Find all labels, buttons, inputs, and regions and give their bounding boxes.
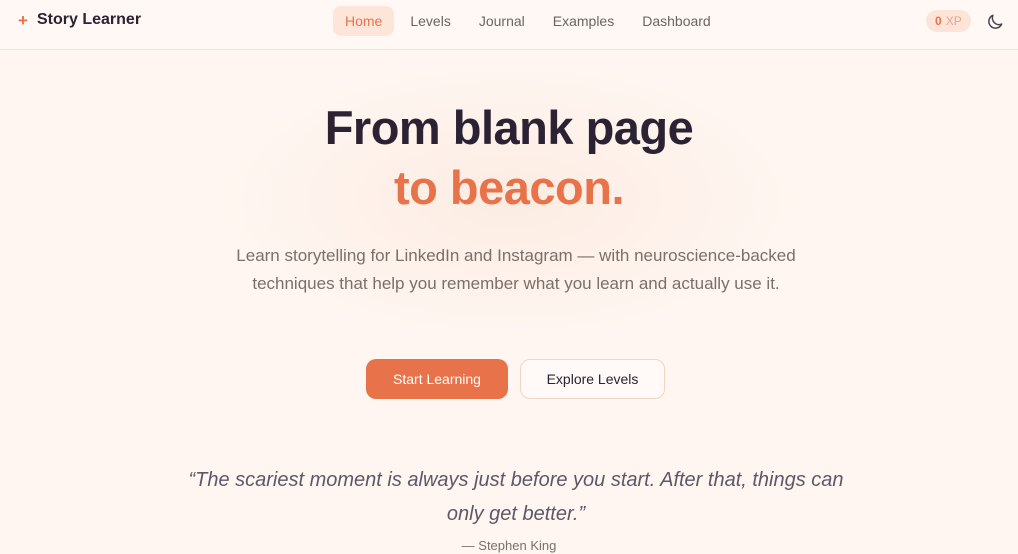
brand-name: Story Learner — [37, 11, 142, 28]
explore-levels-button[interactable]: Explore Levels — [520, 359, 665, 399]
main-nav: Home Levels Journal Examples Dashboard — [333, 6, 727, 36]
nav-item-dashboard[interactable]: Dashboard — [630, 6, 723, 36]
quote-author: — Stephen King — [461, 538, 557, 553]
start-learning-button[interactable]: Start Learning — [366, 359, 508, 399]
quote-text: “The scariest moment is always just befo… — [188, 469, 844, 525]
xp-value: 0 — [935, 14, 942, 28]
hero-title-line2: to beacon. — [393, 161, 625, 214]
nav-item-journal[interactable]: Journal — [467, 6, 537, 36]
theme-toggle-button[interactable] — [985, 12, 1005, 32]
xp-badge: 0 XP — [926, 10, 971, 32]
brand-logo[interactable]: + Story Learner — [18, 11, 141, 29]
plus-icon: + — [18, 10, 28, 30]
nav-item-examples[interactable]: Examples — [541, 6, 626, 36]
xp-unit: XP — [945, 14, 962, 28]
hero-subtitle: Learn storytelling for LinkedIn and Inst… — [236, 246, 796, 293]
moon-icon — [988, 14, 1003, 29]
hero-title-line1: From blank page — [324, 101, 694, 154]
nav-item-home[interactable]: Home — [333, 6, 395, 36]
nav-item-levels[interactable]: Levels — [398, 6, 462, 36]
top-navbar: + Story Learner Home Levels Journal Exam… — [0, 0, 1018, 50]
